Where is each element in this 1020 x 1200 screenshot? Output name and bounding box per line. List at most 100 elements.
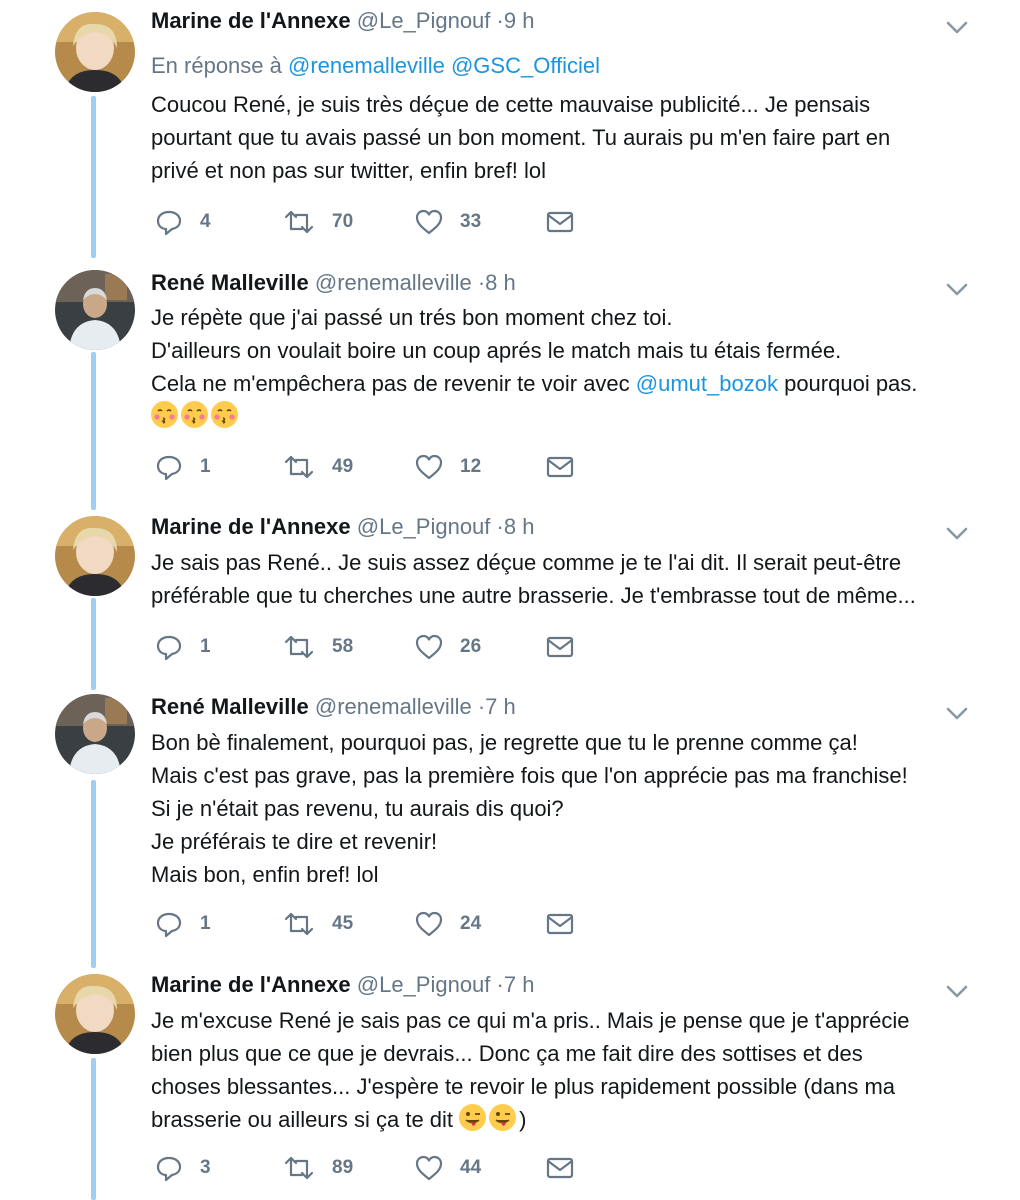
chevron-down-icon[interactable] — [942, 698, 972, 728]
tweet-header: Marine de l'Annexe @Le_Pignouf ·7 h — [151, 972, 534, 998]
author-handle[interactable]: @renemalleville — [315, 270, 472, 295]
mention-link[interactable]: @umut_bozok — [636, 371, 778, 396]
envelope-icon — [545, 1153, 575, 1183]
tweet-text-line: Je m'excuse René je sais pas ce qui m'a … — [151, 1008, 910, 1033]
tweet-text-segment: pourquoi pas. — [777, 371, 918, 396]
like-count: 26 — [460, 636, 482, 657]
reply-button[interactable]: 1 — [154, 909, 211, 939]
reply-button[interactable]: 1 — [154, 632, 211, 662]
tweet-text-segment: Cela ne m'empêchera pas de revenir te vo… — [151, 371, 636, 396]
mention-link[interactable]: @GSC_Officiel — [451, 53, 600, 78]
like-button[interactable]: 33 — [414, 207, 481, 237]
reply-count: 1 — [200, 456, 211, 477]
chevron-down-icon[interactable] — [942, 976, 972, 1006]
tweet-timestamp[interactable]: ·8 h — [497, 514, 535, 539]
tweet-text: Je répète que j'ai passé un trés bon mom… — [151, 301, 917, 433]
retweet-button[interactable]: 89 — [282, 1153, 353, 1183]
reply-button[interactable]: 3 — [154, 1153, 211, 1183]
avatar[interactable] — [55, 12, 135, 92]
author-handle[interactable]: @Le_Pignouf — [357, 8, 491, 33]
retweet-count: 58 — [332, 636, 354, 657]
direct-message-button[interactable] — [545, 632, 575, 662]
avatar[interactable] — [55, 974, 135, 1054]
author-handle[interactable]: @Le_Pignouf — [357, 972, 491, 997]
kissing-face-emoji — [181, 401, 208, 428]
direct-message-button[interactable] — [545, 909, 575, 939]
winking-tongue-emoji — [459, 1104, 487, 1131]
tweet-text-segment: ) — [519, 1107, 527, 1132]
tweet[interactable]: René Malleville @renemalleville ·8 h Je … — [0, 262, 1020, 506]
tweet[interactable]: Marine de l'Annexe @Le_Pignouf ·7 h Je m… — [0, 964, 1020, 1200]
reply-button[interactable]: 4 — [154, 207, 211, 237]
tweet-header: René Malleville @renemalleville ·8 h — [151, 270, 516, 296]
mention-link[interactable]: @renemalleville — [288, 53, 445, 78]
tweet-text-line: Mais bon, enfin bref! lol — [151, 862, 379, 887]
avatar[interactable] — [55, 270, 135, 350]
tweet[interactable]: René Malleville @renemalleville ·7 h Bon… — [0, 686, 1020, 964]
direct-message-button[interactable] — [545, 452, 575, 482]
author-name[interactable]: Marine de l'Annexe — [151, 8, 351, 33]
tweet-text: Coucou René, je suis très déçue de cette… — [151, 88, 890, 187]
retweet-count: 49 — [332, 456, 354, 477]
like-count: 44 — [460, 1157, 482, 1178]
direct-message-button[interactable] — [545, 1153, 575, 1183]
reply-count: 1 — [200, 636, 211, 657]
tweet-actions: 1 49 12 — [151, 452, 601, 482]
reply-button[interactable]: 1 — [154, 452, 211, 482]
like-button[interactable]: 24 — [414, 909, 481, 939]
heart-icon — [414, 207, 444, 237]
retweet-count: 45 — [332, 913, 354, 934]
tweet-timestamp[interactable]: ·7 h — [497, 972, 535, 997]
tweet-text-line: Je préférais te dire et revenir! — [151, 829, 438, 854]
retweet-button[interactable]: 49 — [282, 452, 353, 482]
heart-icon — [414, 1153, 444, 1183]
retweet-button[interactable]: 70 — [282, 207, 353, 237]
tweet-timestamp[interactable]: ·9 h — [497, 8, 535, 33]
tweet-actions: 4 70 33 — [151, 207, 601, 237]
chevron-down-icon[interactable] — [942, 12, 972, 42]
reply-context: En réponse à @renemalleville @GSC_Offici… — [151, 53, 600, 79]
tweet-header: Marine de l'Annexe @Le_Pignouf ·9 h — [151, 8, 534, 34]
author-name[interactable]: René Malleville — [151, 694, 309, 719]
retweet-icon — [282, 909, 316, 939]
reply-prefix: En réponse à — [151, 53, 282, 78]
tweet-text-line: Bon bè finalement, pourquoi pas, je regr… — [151, 730, 858, 755]
tweet-text-line: Si je n'était pas revenu, tu aurais dis … — [151, 796, 564, 821]
retweet-icon — [282, 632, 316, 662]
tweet-actions: 3 89 44 — [151, 1153, 601, 1183]
reply-icon — [154, 452, 184, 482]
tweet[interactable]: Marine de l'Annexe @Le_Pignouf ·8 h Je s… — [0, 506, 1020, 686]
author-name[interactable]: Marine de l'Annexe — [151, 514, 351, 539]
retweet-icon — [282, 1153, 316, 1183]
tweet-text-line: Coucou René, je suis très déçue de cette… — [151, 92, 871, 117]
tweet[interactable]: Marine de l'Annexe @Le_Pignouf ·9 h En r… — [0, 0, 1020, 258]
author-name[interactable]: René Malleville — [151, 270, 309, 295]
like-button[interactable]: 26 — [414, 632, 481, 662]
tweet-text-line: pourtant que tu avais passé un bon momen… — [151, 125, 891, 150]
avatar[interactable] — [55, 516, 135, 596]
tweet-text-segment: brasserie ou ailleurs si ça te dit — [151, 1107, 460, 1132]
envelope-icon — [545, 207, 575, 237]
like-button[interactable]: 12 — [414, 452, 481, 482]
tweet-text-line: D'ailleurs on voulait boire un coup apré… — [151, 338, 842, 363]
author-name[interactable]: Marine de l'Annexe — [151, 972, 351, 997]
retweet-button[interactable]: 58 — [282, 632, 353, 662]
like-button[interactable]: 44 — [414, 1153, 481, 1183]
author-handle[interactable]: @Le_Pignouf — [357, 514, 491, 539]
chevron-down-icon[interactable] — [942, 518, 972, 548]
tweet-actions: 1 58 26 — [151, 632, 601, 662]
tweet-text-line: Mais c'est pas grave, pas la première fo… — [151, 763, 908, 788]
author-handle[interactable]: @renemalleville — [315, 694, 472, 719]
retweet-button[interactable]: 45 — [282, 909, 353, 939]
tweet-text: Je m'excuse René je sais pas ce qui m'a … — [151, 1004, 910, 1136]
direct-message-button[interactable] — [545, 207, 575, 237]
retweet-count: 89 — [332, 1157, 354, 1178]
chevron-down-icon[interactable] — [942, 274, 972, 304]
tweet-text-line: Cela ne m'empêchera pas de revenir te vo… — [151, 367, 917, 400]
tweet-timestamp[interactable]: ·8 h — [478, 270, 516, 295]
tweet-timestamp[interactable]: ·7 h — [478, 694, 516, 719]
envelope-icon — [545, 632, 575, 662]
like-count: 33 — [460, 211, 482, 232]
tweet-text-line: privé et non pas sur twitter, enfin bref… — [151, 158, 546, 183]
avatar[interactable] — [55, 694, 135, 774]
